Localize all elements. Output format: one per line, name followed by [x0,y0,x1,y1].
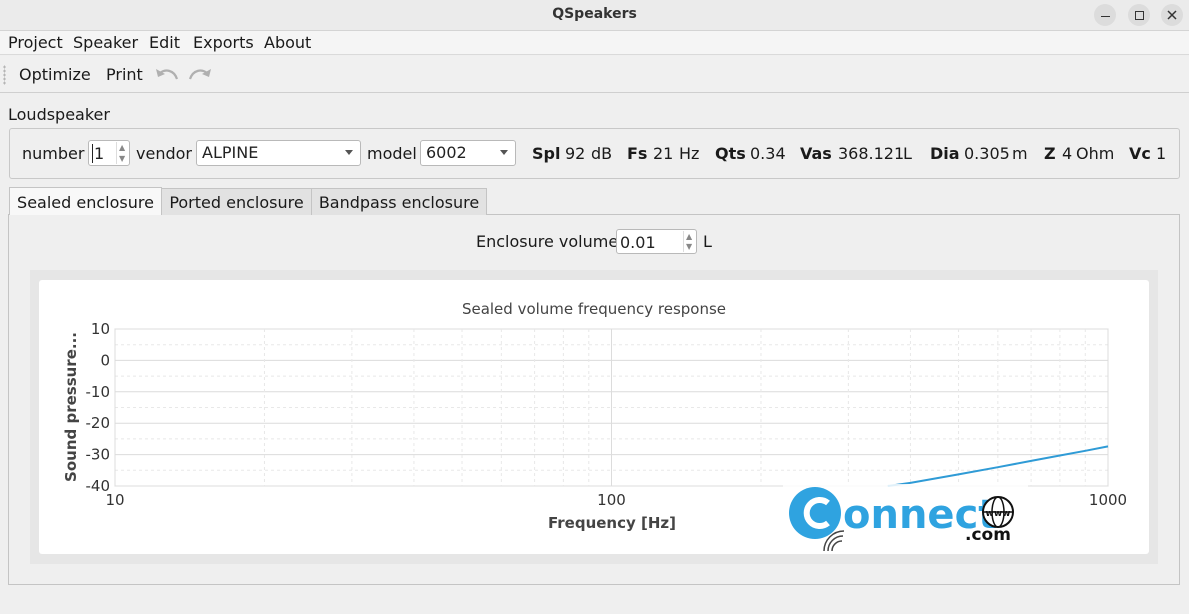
x-tick-label: 100 [597,491,626,509]
globe-text: www [986,509,1011,519]
watermark-logo: connect onnect www .com [783,484,1028,552]
x-axis-label: Frequency [Hz] [548,514,676,532]
x-tick-label: 10 [105,491,124,509]
y-axis-label: Sound pressure... [62,332,80,482]
y-tick-labels: 100-10-20-30-40 [86,320,111,495]
globe-icon: www [982,496,1014,528]
watermark-sub: .com [965,525,1011,545]
y-tick-label: 10 [91,320,110,338]
chart-grid [114,328,1109,487]
y-tick-label: -20 [86,414,111,432]
y-tick-label: -10 [86,383,111,401]
y-tick-label: -30 [86,446,111,464]
y-tick-label: 0 [100,351,110,369]
frequency-response-chart: Sealed volume frequency response 100-10-… [62,300,1127,552]
chart-title: Sealed volume frequency response [462,300,726,318]
x-tick-label: 1000 [1089,491,1127,509]
tab-sealed-enclosure[interactable]: Sealed enclosure [9,187,162,215]
